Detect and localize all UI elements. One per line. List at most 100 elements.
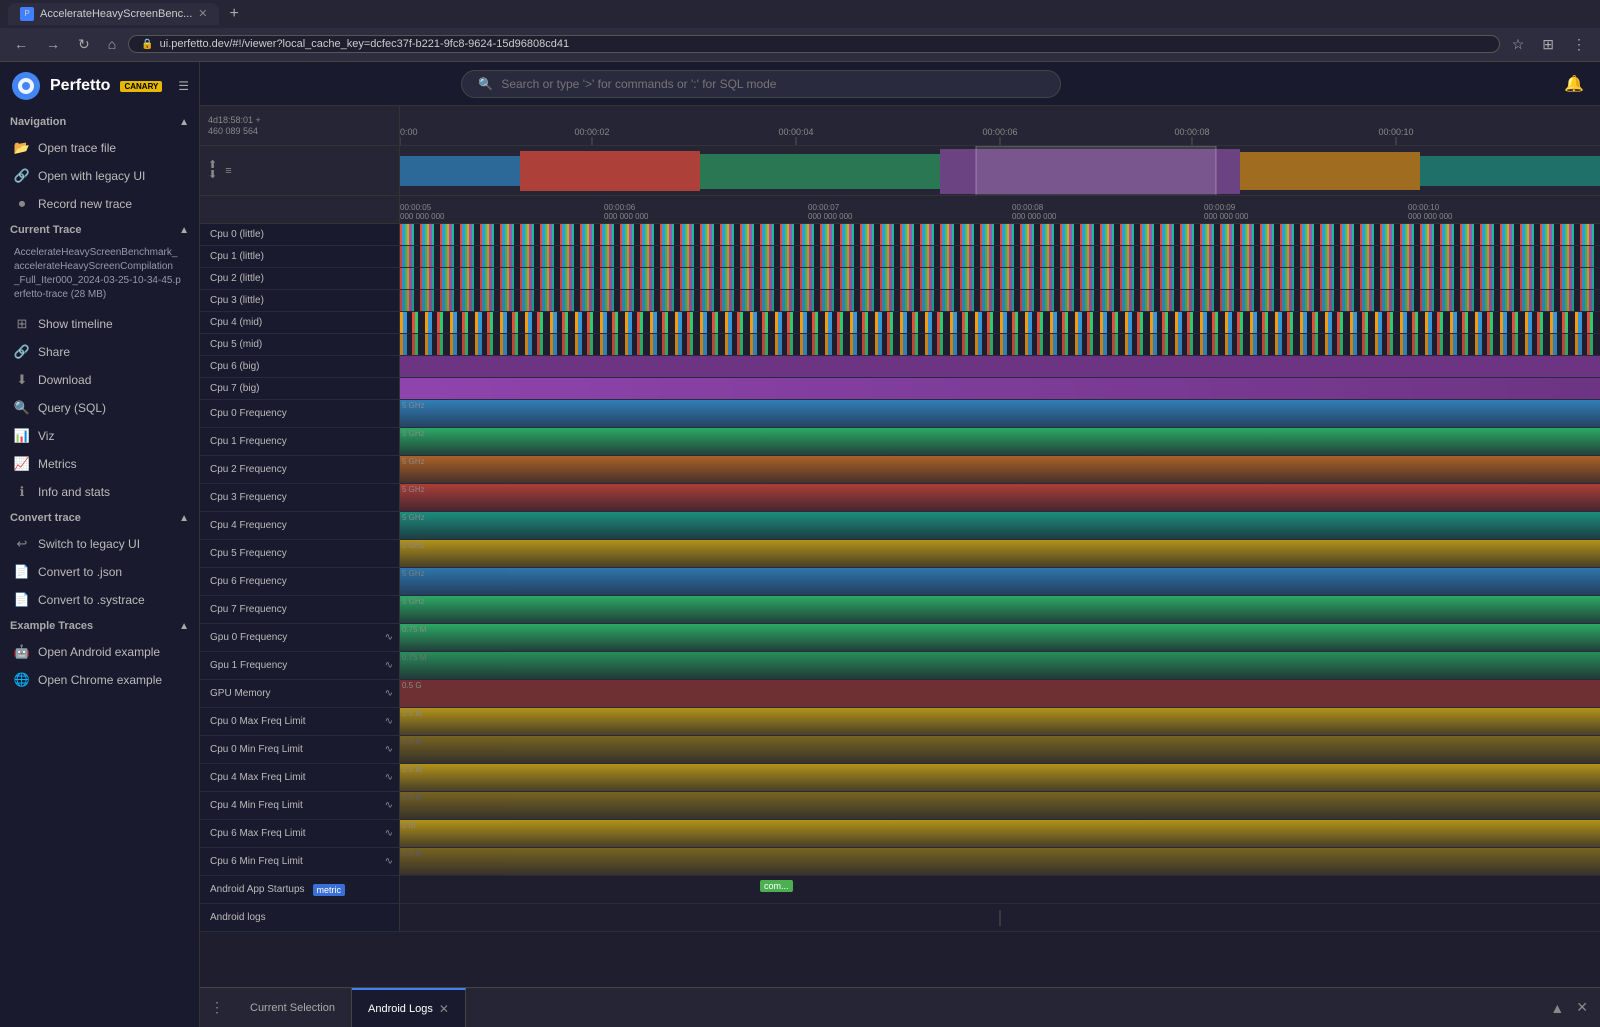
sidebar-item-viz[interactable]: 📊 Viz bbox=[0, 422, 199, 450]
sidebar-item-open-chrome[interactable]: 🌐 Open Chrome example bbox=[0, 666, 199, 694]
track-label-cpu3[interactable]: Cpu 3 (little) bbox=[200, 290, 400, 311]
track-label-cpu1[interactable]: Cpu 1 (little) bbox=[200, 246, 400, 267]
sidebar-item-metrics[interactable]: 📈 Metrics bbox=[0, 450, 199, 478]
track-content-gpu1-freq[interactable]: 0.75 M bbox=[400, 652, 1600, 679]
track-content-cpu3[interactable] bbox=[400, 290, 1600, 311]
browser-tab-active[interactable]: P AccelerateHeavyScreenBenc... ✕ bbox=[8, 3, 219, 25]
cpu0-max-pin-icon[interactable]: ∿ bbox=[385, 716, 393, 727]
browser-menu-button[interactable]: ⋮ bbox=[1566, 34, 1592, 55]
track-content-cpu5[interactable] bbox=[400, 334, 1600, 355]
sort-icons[interactable]: ⬆⬇ bbox=[208, 161, 217, 181]
track-content-cpu0[interactable] bbox=[400, 224, 1600, 245]
cpu4-max-pin-icon[interactable]: ∿ bbox=[385, 772, 393, 783]
add-tab-button[interactable]: + bbox=[223, 3, 244, 25]
track-label-android-logs[interactable]: Android logs bbox=[200, 904, 400, 931]
bookmark-button[interactable]: ☆ bbox=[1506, 34, 1531, 55]
current-trace-section-header[interactable]: Current Trace ▲ bbox=[0, 218, 199, 242]
track-label-cpu2-freq[interactable]: Cpu 2 Frequency bbox=[200, 456, 400, 483]
track-label-cpu5-freq[interactable]: Cpu 5 Frequency bbox=[200, 540, 400, 567]
track-label-cpu0[interactable]: Cpu 0 (little) bbox=[200, 224, 400, 245]
example-traces-section-header[interactable]: Example Traces ▲ bbox=[0, 614, 199, 638]
track-label-cpu0-min-freq[interactable]: Cpu 0 Min Freq Limit ∿ bbox=[200, 736, 400, 763]
track-label-cpu4[interactable]: Cpu 4 (mid) bbox=[200, 312, 400, 333]
cpu4-min-pin-icon[interactable]: ∿ bbox=[385, 800, 393, 811]
track-label-cpu0-max-freq[interactable]: Cpu 0 Max Freq Limit ∿ bbox=[200, 708, 400, 735]
overview-minimap[interactable]: ⬆⬇ ≡ bbox=[200, 146, 1600, 196]
track-content-cpu6-min-freq[interactable]: 0.5 M bbox=[400, 848, 1600, 875]
track-content-cpu2-freq[interactable]: 5 GHz bbox=[400, 456, 1600, 483]
search-input[interactable] bbox=[501, 77, 1044, 91]
track-content-gpu0-freq[interactable]: 0.75 M bbox=[400, 624, 1600, 651]
track-content-cpu6-freq[interactable]: 5 GHz bbox=[400, 568, 1600, 595]
home-button[interactable]: ⌂ bbox=[102, 34, 122, 54]
reload-button[interactable]: ↻ bbox=[72, 34, 96, 55]
collapse-panel-icon[interactable]: ▲ bbox=[1546, 996, 1568, 1020]
track-label-cpu6-min-freq[interactable]: Cpu 6 Min Freq Limit ∿ bbox=[200, 848, 400, 875]
gpu-memory-pin-icon[interactable]: ∿ bbox=[385, 688, 393, 699]
sidebar-item-share[interactable]: 🔗 Share bbox=[0, 338, 199, 366]
extensions-button[interactable]: ⊞ bbox=[1536, 34, 1560, 55]
sidebar-item-switch-legacy[interactable]: ↩ Switch to legacy UI bbox=[0, 530, 199, 558]
sidebar-item-info-stats[interactable]: ℹ Info and stats bbox=[0, 478, 199, 506]
track-content-android-app-startups[interactable]: com... bbox=[400, 876, 1600, 903]
track-content-cpu1[interactable] bbox=[400, 246, 1600, 267]
close-panel-icon[interactable]: ✕ bbox=[1572, 995, 1592, 1020]
sidebar-item-open-trace[interactable]: 📂 Open trace file bbox=[0, 134, 199, 162]
track-content-cpu0-min-freq[interactable]: 0.5 M bbox=[400, 736, 1600, 763]
cpu6-min-pin-icon[interactable]: ∿ bbox=[385, 856, 393, 867]
url-bar[interactable]: 🔒 ui.perfetto.dev/#!/viewer?local_cache_… bbox=[128, 35, 1500, 53]
navigation-section-header[interactable]: Navigation ▲ bbox=[0, 110, 199, 134]
track-content-cpu4-max-freq[interactable]: 2.5 M bbox=[400, 764, 1600, 791]
track-label-cpu4-freq[interactable]: Cpu 4 Frequency bbox=[200, 512, 400, 539]
track-label-cpu5[interactable]: Cpu 5 (mid) bbox=[200, 334, 400, 355]
sidebar-item-query-sql[interactable]: 🔍 Query (SQL) bbox=[0, 394, 199, 422]
track-label-cpu6[interactable]: Cpu 6 (big) bbox=[200, 356, 400, 377]
track-label-cpu6-freq[interactable]: Cpu 6 Frequency bbox=[200, 568, 400, 595]
android-logs-tab-close[interactable]: ✕ bbox=[439, 1002, 449, 1016]
convert-trace-section-header[interactable]: Convert trace ▲ bbox=[0, 506, 199, 530]
gpu1-pin-icon[interactable]: ∿ bbox=[385, 660, 393, 671]
track-content-cpu7-freq[interactable]: 5 GHz bbox=[400, 596, 1600, 623]
track-content-cpu4[interactable] bbox=[400, 312, 1600, 333]
track-label-gpu1-freq[interactable]: Gpu 1 Frequency ∿ bbox=[200, 652, 400, 679]
track-label-gpu-memory[interactable]: GPU Memory ∿ bbox=[200, 680, 400, 707]
track-label-cpu7[interactable]: Cpu 7 (big) bbox=[200, 378, 400, 399]
track-content-cpu0-freq[interactable]: 5 GHz bbox=[400, 400, 1600, 427]
track-label-android-app-startups[interactable]: Android App Startups metric bbox=[200, 876, 400, 903]
notification-icon[interactable]: 🔔 bbox=[1564, 74, 1584, 94]
sidebar-item-convert-json[interactable]: 📄 Convert to .json bbox=[0, 558, 199, 586]
track-content-cpu5-freq[interactable]: 5 GHz bbox=[400, 540, 1600, 567]
bottom-drag-icon[interactable]: ⋮ bbox=[200, 999, 234, 1016]
sidebar-item-convert-systrace[interactable]: 📄 Convert to .systrace bbox=[0, 586, 199, 614]
sidebar-item-show-timeline[interactable]: ⊞ Show timeline bbox=[0, 310, 199, 338]
track-label-cpu0-freq[interactable]: Cpu 0 Frequency bbox=[200, 400, 400, 427]
cpu0-min-pin-icon[interactable]: ∿ bbox=[385, 744, 393, 755]
search-box[interactable]: 🔍 bbox=[461, 70, 1061, 98]
track-label-gpu0-freq[interactable]: Gpu 0 Frequency ∿ bbox=[200, 624, 400, 651]
bottom-tab-android-logs[interactable]: Android Logs ✕ bbox=[352, 988, 466, 1027]
track-content-android-logs[interactable] bbox=[400, 904, 1600, 931]
tracks-area[interactable]: Cpu 0 (little) Cpu 1 (little) Cpu 2 (lit… bbox=[200, 224, 1600, 987]
tab-close-icon[interactable]: ✕ bbox=[198, 7, 207, 20]
back-button[interactable]: ← bbox=[8, 34, 34, 54]
sidebar-item-download[interactable]: ⬇ Download bbox=[0, 366, 199, 394]
cpu6-max-pin-icon[interactable]: ∿ bbox=[385, 828, 393, 839]
track-label-cpu4-min-freq[interactable]: Cpu 4 Min Freq Limit ∿ bbox=[200, 792, 400, 819]
track-label-cpu6-max-freq[interactable]: Cpu 6 Max Freq Limit ∿ bbox=[200, 820, 400, 847]
track-content-cpu0-max-freq[interactable]: 2.5 M bbox=[400, 708, 1600, 735]
track-content-gpu-memory[interactable]: 0.5 G bbox=[400, 680, 1600, 707]
forward-button[interactable]: → bbox=[40, 34, 66, 54]
track-label-cpu2[interactable]: Cpu 2 (little) bbox=[200, 268, 400, 289]
gpu0-pin-icon[interactable]: ∿ bbox=[385, 632, 393, 643]
hamburger-icon[interactable]: ☰ bbox=[178, 79, 189, 93]
track-content-cpu6[interactable] bbox=[400, 356, 1600, 377]
sidebar-item-open-android[interactable]: 🤖 Open Android example bbox=[0, 638, 199, 666]
track-label-cpu7-freq[interactable]: Cpu 7 Frequency bbox=[200, 596, 400, 623]
sidebar-item-open-legacy[interactable]: 🔗 Open with legacy UI bbox=[0, 162, 199, 190]
sidebar-item-record-trace[interactable]: ⏺ Record new trace bbox=[0, 190, 199, 218]
track-content-cpu4-freq[interactable]: 5 GHz bbox=[400, 512, 1600, 539]
track-content-cpu2[interactable] bbox=[400, 268, 1600, 289]
track-content-cpu7[interactable] bbox=[400, 378, 1600, 399]
track-content-cpu4-min-freq[interactable]: 0.5 M bbox=[400, 792, 1600, 819]
track-label-cpu1-freq[interactable]: Cpu 1 Frequency bbox=[200, 428, 400, 455]
